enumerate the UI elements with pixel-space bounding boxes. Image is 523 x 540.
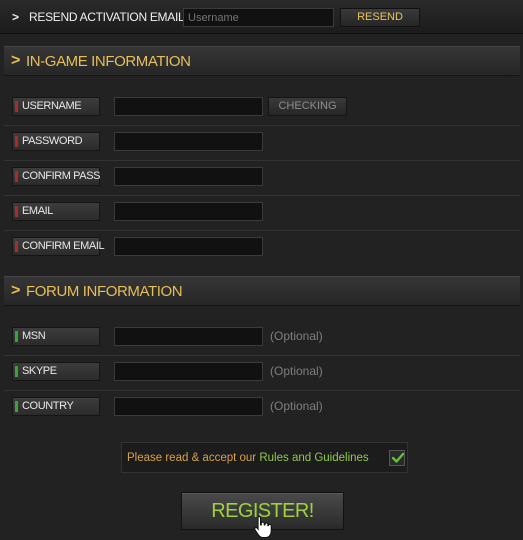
confirm-pass-label-text: CONFIRM PASS	[22, 170, 101, 182]
confirm-pass-label: CONFIRM PASS	[12, 167, 101, 186]
forum-information-title: FORUM INFORMATION	[26, 283, 183, 300]
confirm-email-row: CONFIRM EMAIL	[4, 231, 520, 266]
msn-label-text: MSN	[22, 330, 46, 342]
resend-username-input[interactable]	[183, 8, 334, 27]
confirm-pass-row: CONFIRM PASS	[4, 161, 520, 196]
skype-optional-hint: (Optional)	[270, 364, 323, 378]
checkmark-icon	[391, 452, 405, 463]
rules-accept-checkbox[interactable]	[389, 450, 405, 466]
resend-activation-bar: > RESEND ACTIVATION EMAIL : RESEND	[0, 0, 523, 34]
ingame-information-title: IN-GAME INFORMATION	[26, 53, 191, 70]
password-row: PASSWORD	[4, 126, 520, 161]
skype-row: SKYPE (Optional)	[4, 356, 520, 391]
skype-label: SKYPE	[12, 362, 100, 381]
confirm-pass-field[interactable]	[114, 167, 263, 186]
optional-marker	[15, 401, 18, 412]
country-field[interactable]	[114, 397, 263, 416]
email-label: EMAIL	[12, 202, 100, 221]
email-field[interactable]	[114, 202, 263, 221]
resend-button[interactable]: RESEND	[340, 8, 420, 27]
rules-acceptance-box: Please read & accept our Rules and Guide…	[121, 442, 408, 473]
resend-activation-label: RESEND ACTIVATION EMAIL :	[29, 10, 190, 24]
required-marker	[15, 101, 18, 112]
rules-prefix-text: Please read & accept our	[127, 452, 260, 464]
chevron-right-icon: >	[12, 10, 20, 24]
email-label-text: EMAIL	[22, 205, 54, 217]
password-label-text: PASSWORD	[22, 135, 83, 147]
rules-guidelines-link[interactable]: Rules and Guidelines	[259, 452, 368, 464]
username-field[interactable]	[114, 97, 263, 116]
username-label-text: USERNAME	[22, 100, 82, 112]
email-row: EMAIL	[4, 196, 520, 231]
rules-acceptance-text: Please read & accept our Rules and Guide…	[127, 452, 369, 464]
optional-marker	[15, 366, 18, 377]
username-row: USERNAME CHECKING	[4, 91, 520, 126]
required-marker	[15, 241, 18, 252]
msn-row: MSN (Optional)	[4, 321, 520, 356]
password-label: PASSWORD	[12, 132, 100, 151]
country-label-text: COUNTRY	[22, 400, 74, 412]
msn-optional-hint: (Optional)	[270, 329, 323, 343]
country-label: COUNTRY	[12, 397, 100, 416]
confirm-email-field[interactable]	[114, 237, 263, 256]
country-optional-hint: (Optional)	[270, 399, 323, 413]
password-field[interactable]	[114, 132, 263, 151]
checking-button[interactable]: CHECKING	[268, 97, 347, 116]
chevron-right-icon: >	[11, 282, 21, 299]
confirm-email-label: CONFIRM EMAIL	[12, 237, 105, 256]
required-marker	[15, 171, 18, 182]
username-label: USERNAME	[12, 97, 100, 116]
country-row: COUNTRY (Optional)	[4, 391, 520, 426]
forum-information-header: > FORUM INFORMATION	[4, 276, 520, 306]
msn-label: MSN	[12, 327, 100, 346]
hand-pointer-icon	[254, 515, 272, 538]
skype-label-text: SKYPE	[22, 365, 57, 377]
msn-field[interactable]	[114, 327, 263, 346]
required-marker	[15, 136, 18, 147]
chevron-right-icon: >	[11, 52, 21, 69]
confirm-email-label-text: CONFIRM EMAIL	[22, 240, 105, 252]
ingame-information-header: > IN-GAME INFORMATION	[4, 46, 520, 76]
required-marker	[15, 206, 18, 217]
skype-field[interactable]	[114, 362, 263, 381]
optional-marker	[15, 331, 18, 342]
